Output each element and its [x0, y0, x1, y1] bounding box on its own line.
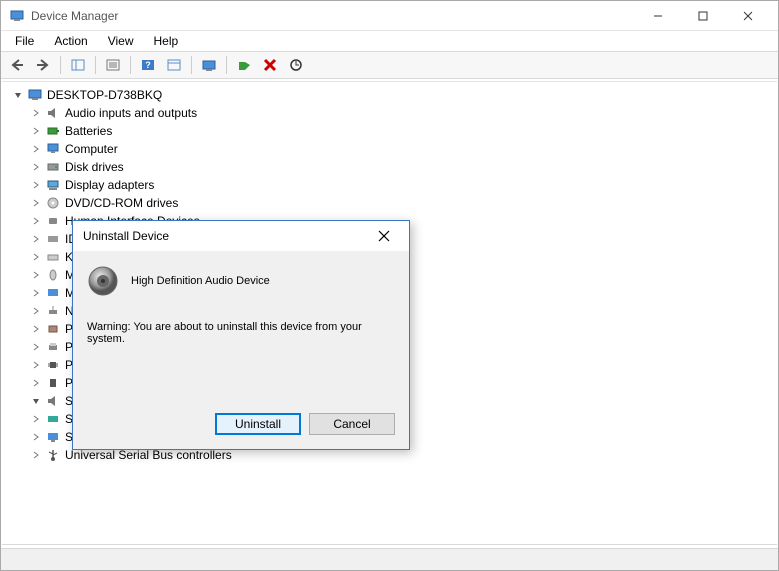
forward-button[interactable]: [31, 54, 55, 76]
storage-icon: [45, 411, 61, 427]
chevron-right-icon[interactable]: [30, 269, 42, 281]
menu-action[interactable]: Action: [44, 32, 97, 50]
display-adapter-icon: [45, 177, 61, 193]
disk-icon: [45, 159, 61, 175]
tree-item-label: Display adapters: [65, 178, 154, 192]
tree-item-label: DVD/CD-ROM drives: [65, 196, 178, 210]
menu-view[interactable]: View: [98, 32, 144, 50]
chevron-right-icon[interactable]: [30, 215, 42, 227]
svg-text:?: ?: [145, 60, 151, 70]
tree-root[interactable]: DESKTOP-D738BKQ: [10, 86, 769, 104]
scan-hardware-button[interactable]: [284, 54, 308, 76]
tree-item-dvd[interactable]: DVD/CD-ROM drives: [10, 194, 769, 212]
back-button[interactable]: [5, 54, 29, 76]
usb-icon: [45, 447, 61, 463]
audio-device-icon: [87, 265, 119, 297]
chevron-right-icon[interactable]: [30, 431, 42, 443]
chevron-right-icon[interactable]: [30, 449, 42, 461]
chevron-right-icon[interactable]: [30, 233, 42, 245]
chevron-right-icon[interactable]: [30, 377, 42, 389]
tree-item-label: Batteries: [65, 124, 112, 138]
maximize-button[interactable]: [680, 1, 725, 31]
speaker-icon: [45, 105, 61, 121]
dialog-warning-text: Warning: You are about to uninstall this…: [87, 321, 395, 345]
minimize-button[interactable]: [635, 1, 680, 31]
chevron-right-icon[interactable]: [30, 125, 42, 137]
hid-icon: [45, 213, 61, 229]
chevron-right-icon[interactable]: [30, 359, 42, 371]
tree-item-label: Computer: [65, 142, 118, 156]
help-button[interactable]: ?: [136, 54, 160, 76]
uninstall-button[interactable]: Uninstall: [215, 413, 301, 435]
chevron-right-icon[interactable]: [30, 341, 42, 353]
show-hide-button[interactable]: [66, 54, 90, 76]
close-button[interactable]: [725, 1, 770, 31]
chevron-down-icon[interactable]: [30, 395, 42, 407]
dvd-icon: [45, 195, 61, 211]
computer-icon: [27, 87, 43, 103]
monitor-icon: [45, 141, 61, 157]
chevron-right-icon[interactable]: [30, 161, 42, 173]
update-driver-button[interactable]: [197, 54, 221, 76]
dialog-device-name: High Definition Audio Device: [131, 275, 270, 287]
chevron-right-icon[interactable]: [30, 107, 42, 119]
properties2-button[interactable]: [162, 54, 186, 76]
speaker-icon: [45, 393, 61, 409]
cancel-button[interactable]: Cancel: [309, 413, 395, 435]
ide-icon: [45, 231, 61, 247]
chevron-right-icon[interactable]: [30, 179, 42, 191]
sd-icon: [45, 375, 61, 391]
dialog-device-row: High Definition Audio Device: [87, 265, 395, 297]
window-title: Device Manager: [31, 9, 635, 23]
tree-item-batteries[interactable]: Batteries: [10, 122, 769, 140]
uninstall-device-icon[interactable]: [258, 54, 282, 76]
dialog-titlebar: Uninstall Device: [73, 221, 409, 251]
tree-root-label: DESKTOP-D738BKQ: [47, 88, 162, 102]
tree-item-computer[interactable]: Computer: [10, 140, 769, 158]
tree-item-label: Universal Serial Bus controllers: [65, 448, 232, 462]
printer-icon: [45, 339, 61, 355]
uninstall-dialog: Uninstall Device High Definition Audio D…: [72, 220, 410, 450]
status-bar: [1, 548, 778, 570]
chevron-right-icon[interactable]: [30, 287, 42, 299]
titlebar: Device Manager: [1, 1, 778, 31]
battery-icon: [45, 123, 61, 139]
monitor-icon: [45, 285, 61, 301]
tree-item-label: Disk drives: [65, 160, 124, 174]
chevron-right-icon[interactable]: [30, 413, 42, 425]
app-icon: [9, 8, 25, 24]
menu-help[interactable]: Help: [144, 32, 189, 50]
processor-icon: [45, 357, 61, 373]
keyboard-icon: [45, 249, 61, 265]
tree-item-disk[interactable]: Disk drives: [10, 158, 769, 176]
dialog-close-button[interactable]: [369, 221, 399, 251]
network-icon: [45, 303, 61, 319]
chevron-right-icon[interactable]: [30, 305, 42, 317]
chevron-right-icon[interactable]: [30, 251, 42, 263]
tree-item-display[interactable]: Display adapters: [10, 176, 769, 194]
enable-device-button[interactable]: [232, 54, 256, 76]
menubar: File Action View Help: [1, 31, 778, 51]
dialog-title: Uninstall Device: [83, 229, 369, 243]
toolbar: ?: [1, 51, 778, 79]
chevron-down-icon[interactable]: [12, 89, 24, 101]
mouse-icon: [45, 267, 61, 283]
port-icon: [45, 321, 61, 337]
chevron-right-icon[interactable]: [30, 143, 42, 155]
chevron-right-icon[interactable]: [30, 323, 42, 335]
tree-item-audio[interactable]: Audio inputs and outputs: [10, 104, 769, 122]
system-icon: [45, 429, 61, 445]
tree-item-label: Audio inputs and outputs: [65, 106, 197, 120]
chevron-right-icon[interactable]: [30, 197, 42, 209]
properties-button[interactable]: [101, 54, 125, 76]
menu-file[interactable]: File: [5, 32, 44, 50]
